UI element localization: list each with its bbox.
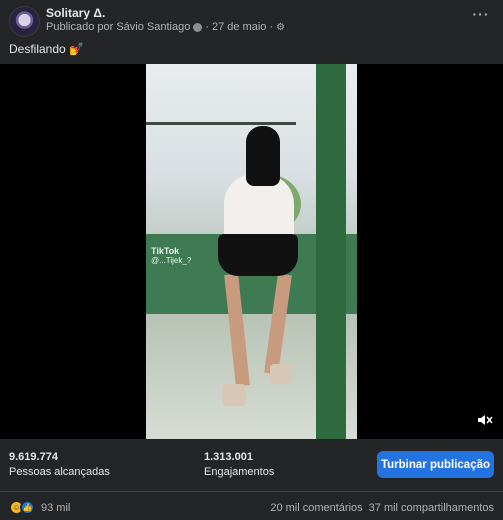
reach-stat: 9.619.774 Pessoas alcançadas (9, 451, 110, 478)
engagement-counts: 20 mil comentários 37 mil compartilhament… (270, 502, 494, 514)
video-player[interactable]: TikTok @...Tijek_? (0, 64, 503, 439)
caption-text: Desfilando (9, 42, 66, 56)
watermark-brand: TikTok (151, 246, 180, 256)
volume-muted-icon[interactable] (474, 413, 496, 431)
publisher-avatar-icon (193, 22, 203, 32)
post-meta: Publicado por Sávio Santiago · 27 de mai… (46, 21, 285, 33)
post-caption: Desfilando 💅 (9, 42, 84, 56)
published-by[interactable]: Publicado por Sávio Santiago (46, 21, 190, 33)
video-scene-figure (222, 384, 246, 406)
post-date[interactable]: 27 de maio (212, 21, 266, 33)
reaction-count[interactable]: 93 mil (41, 502, 70, 514)
shares-count[interactable]: 37 mil compartilhamentos (369, 502, 494, 514)
engagement-label: Engajamentos (204, 466, 275, 478)
video-scene-figure (218, 234, 298, 276)
meta-separator-2: · (269, 21, 274, 33)
comments-count[interactable]: 20 mil comentários (270, 502, 362, 514)
video-scene-pillar (316, 64, 346, 439)
video-frame[interactable]: TikTok @...Tijek_? (146, 64, 357, 439)
post-header: Solitary Δ. Publicado por Sávio Santiago… (0, 0, 503, 40)
post-footer: ☺ 👍 93 mil 20 mil comentários 37 mil comp… (0, 491, 503, 520)
video-scene-beam (146, 122, 296, 125)
like-reaction-icon: 👍 (20, 500, 35, 515)
video-scene-figure (246, 126, 280, 186)
reach-label: Pessoas alcançadas (9, 466, 110, 478)
more-options-icon[interactable]: ··· (470, 7, 492, 24)
meta-separator: · (205, 21, 209, 33)
video-scene-figure (270, 364, 292, 384)
post-insights: 9.619.774 Pessoas alcançadas 1.313.001 E… (0, 439, 503, 489)
watermark-user: @...Tijek_? (151, 256, 192, 265)
reach-value: 9.619.774 (9, 451, 58, 463)
tiktok-watermark: TikTok @...Tijek_? (151, 246, 192, 266)
post-card: Solitary Δ. Publicado por Sávio Santiago… (0, 0, 503, 520)
settings-icon[interactable]: ⚙ (276, 22, 285, 33)
page-avatar[interactable] (9, 6, 40, 37)
engagement-value: 1.313.001 (204, 451, 253, 463)
caption-emoji: 💅 (69, 42, 84, 56)
page-name[interactable]: Solitary Δ. (46, 6, 105, 20)
boost-post-button[interactable]: Turbinar publicação (377, 451, 494, 478)
reactions-summary[interactable]: ☺ 👍 93 mil (9, 500, 70, 515)
engagement-stat: 1.313.001 Engajamentos (204, 451, 274, 478)
